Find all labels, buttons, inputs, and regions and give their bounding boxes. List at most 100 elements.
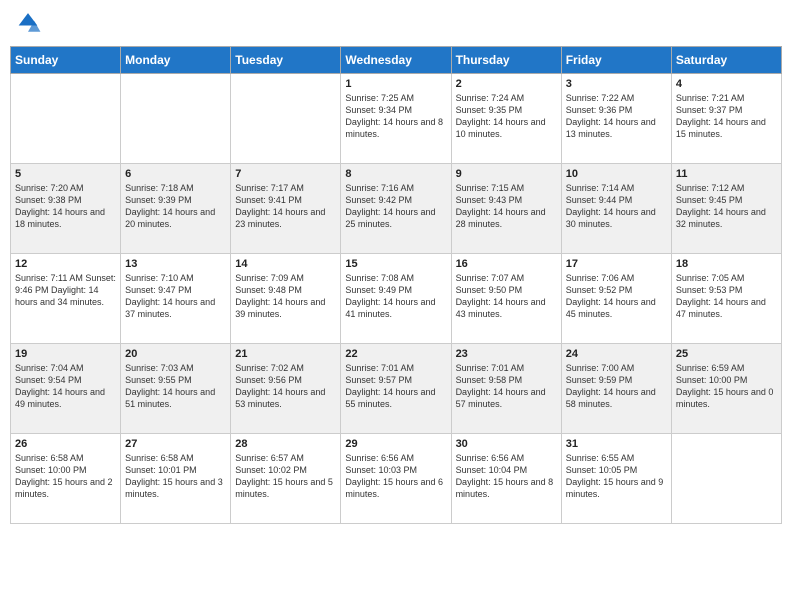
day-content: Sunrise: 6:56 AM Sunset: 10:03 PM Daylig…: [345, 452, 446, 501]
calendar-cell: 31 Sunrise: 6:55 AM Sunset: 10:05 PM Dayl…: [561, 434, 671, 524]
day-content: Sunrise: 7:10 AM Sunset: 9:47 PM Dayligh…: [125, 272, 226, 321]
calendar-cell: 11 Sunrise: 7:12 AM Sunset: 9:45 PM Dayli…: [671, 164, 781, 254]
calendar-cell: 17Sunrise: 7:06 AM Sunset: 9:52 PM Dayli…: [561, 254, 671, 344]
weekday-row: SundayMondayTuesdayWednesdayThursdayFrid…: [11, 47, 782, 74]
day-number: 14: [235, 258, 336, 270]
day-number: 2: [456, 78, 557, 90]
calendar-cell: 12 Sunrise: 7:11 AM Sunset: 9:46 PM Dayli…: [11, 254, 121, 344]
calendar-week-3: 12 Sunrise: 7:11 AM Sunset: 9:46 PM Dayli…: [11, 254, 782, 344]
page-header: [10, 10, 782, 38]
day-content: Sunrise: 7:20 AM Sunset: 9:38 PM Dayligh…: [15, 182, 116, 231]
day-content: Sunrise: 6:59 AM Sunset: 10:00 PM Daylig…: [676, 362, 777, 411]
day-content: Sunrise: 7:25 AM Sunset: 9:34 PM Dayligh…: [345, 92, 446, 141]
day-content: Sunrise: 7:07 AM Sunset: 9:50 PM Dayligh…: [456, 272, 557, 321]
day-number: 25: [676, 348, 777, 360]
calendar-cell: 8Sunrise: 7:16 AM Sunset: 9:42 PM Daylig…: [341, 164, 451, 254]
day-number: 27: [125, 438, 226, 450]
calendar-cell: 5 Sunrise: 7:20 AM Sunset: 9:38 PM Daylig…: [11, 164, 121, 254]
calendar-cell: [671, 434, 781, 524]
calendar-cell: 2 Sunrise: 7:24 AM Sunset: 9:35 PM Daylig…: [451, 74, 561, 164]
day-content: Sunrise: 7:11 AM Sunset: 9:46 PM Dayligh…: [15, 272, 116, 308]
day-content: Sunrise: 6:58 AM Sunset: 10:01 PM Daylig…: [125, 452, 226, 501]
calendar-cell: [11, 74, 121, 164]
calendar-cell: 23 Sunrise: 7:01 AM Sunset: 9:58 PM Dayli…: [451, 344, 561, 434]
day-content: Sunrise: 7:22 AM Sunset: 9:36 PM Dayligh…: [566, 92, 667, 141]
weekday-sunday: Sunday: [11, 47, 121, 74]
calendar-table: SundayMondayTuesdayWednesdayThursdayFrid…: [10, 46, 782, 524]
day-number: 4: [676, 78, 777, 90]
day-number: 15: [345, 258, 446, 270]
day-number: 22: [345, 348, 446, 360]
weekday-friday: Friday: [561, 47, 671, 74]
calendar-body: 1 Sunrise: 7:25 AM Sunset: 9:34 PM Daylig…: [11, 74, 782, 524]
calendar-cell: 6 Sunrise: 7:18 AM Sunset: 9:39 PM Daylig…: [121, 164, 231, 254]
weekday-thursday: Thursday: [451, 47, 561, 74]
day-content: Sunrise: 7:15 AM Sunset: 9:43 PM Dayligh…: [456, 182, 557, 231]
calendar-cell: 9Sunrise: 7:15 AM Sunset: 9:43 PM Daylig…: [451, 164, 561, 254]
day-content: Sunrise: 7:05 AM Sunset: 9:53 PM Dayligh…: [676, 272, 777, 321]
calendar-cell: 21 Sunrise: 7:02 AM Sunset: 9:56 PM Dayli…: [231, 344, 341, 434]
logo: [14, 10, 46, 38]
calendar-week-1: 1 Sunrise: 7:25 AM Sunset: 9:34 PM Daylig…: [11, 74, 782, 164]
calendar-week-5: 26Sunrise: 6:58 AM Sunset: 10:00 PM Dayl…: [11, 434, 782, 524]
calendar-cell: 14 Sunrise: 7:09 AM Sunset: 9:48 PM Dayli…: [231, 254, 341, 344]
day-number: 5: [15, 168, 116, 180]
day-content: Sunrise: 7:01 AM Sunset: 9:58 PM Dayligh…: [456, 362, 557, 411]
day-number: 7: [235, 168, 336, 180]
calendar-cell: 27 Sunrise: 6:58 AM Sunset: 10:01 PM Dayl…: [121, 434, 231, 524]
calendar-cell: 22 Sunrise: 7:01 AM Sunset: 9:57 PM Dayli…: [341, 344, 451, 434]
day-number: 6: [125, 168, 226, 180]
calendar-cell: 28 Sunrise: 6:57 AM Sunset: 10:02 PM Dayl…: [231, 434, 341, 524]
weekday-saturday: Saturday: [671, 47, 781, 74]
day-number: 8: [345, 168, 446, 180]
calendar-cell: 15 Sunrise: 7:08 AM Sunset: 9:49 PM Dayli…: [341, 254, 451, 344]
day-number: 29: [345, 438, 446, 450]
day-content: Sunrise: 7:06 AM Sunset: 9:52 PM Dayligh…: [566, 272, 667, 321]
calendar-cell: 13 Sunrise: 7:10 AM Sunset: 9:47 PM Dayli…: [121, 254, 231, 344]
calendar-cell: 30 Sunrise: 6:56 AM Sunset: 10:04 PM Dayl…: [451, 434, 561, 524]
day-content: Sunrise: 7:03 AM Sunset: 9:55 PM Dayligh…: [125, 362, 226, 411]
calendar-cell: 25 Sunrise: 6:59 AM Sunset: 10:00 PM Dayl…: [671, 344, 781, 434]
calendar-cell: 7 Sunrise: 7:17 AM Sunset: 9:41 PM Daylig…: [231, 164, 341, 254]
calendar-cell: 20 Sunrise: 7:03 AM Sunset: 9:55 PM Dayli…: [121, 344, 231, 434]
calendar-cell: [231, 74, 341, 164]
day-number: 11: [676, 168, 777, 180]
day-content: Sunrise: 6:55 AM Sunset: 10:05 PM Daylig…: [566, 452, 667, 501]
calendar-cell: 3 Sunrise: 7:22 AM Sunset: 9:36 PM Daylig…: [561, 74, 671, 164]
day-number: 18: [676, 258, 777, 270]
day-content: Sunrise: 7:12 AM Sunset: 9:45 PM Dayligh…: [676, 182, 777, 231]
logo-icon: [14, 10, 42, 38]
day-content: Sunrise: 7:00 AM Sunset: 9:59 PM Dayligh…: [566, 362, 667, 411]
day-number: 21: [235, 348, 336, 360]
day-content: Sunrise: 6:58 AM Sunset: 10:00 PM Daylig…: [15, 452, 116, 501]
calendar-cell: 18 Sunrise: 7:05 AM Sunset: 9:53 PM Dayli…: [671, 254, 781, 344]
day-number: 12: [15, 258, 116, 270]
day-content: Sunrise: 7:02 AM Sunset: 9:56 PM Dayligh…: [235, 362, 336, 411]
calendar-cell: [121, 74, 231, 164]
day-number: 31: [566, 438, 667, 450]
day-number: 28: [235, 438, 336, 450]
day-number: 23: [456, 348, 557, 360]
calendar-cell: 26Sunrise: 6:58 AM Sunset: 10:00 PM Dayl…: [11, 434, 121, 524]
day-content: Sunrise: 7:09 AM Sunset: 9:48 PM Dayligh…: [235, 272, 336, 321]
day-number: 3: [566, 78, 667, 90]
day-content: Sunrise: 7:01 AM Sunset: 9:57 PM Dayligh…: [345, 362, 446, 411]
day-content: Sunrise: 6:57 AM Sunset: 10:02 PM Daylig…: [235, 452, 336, 501]
weekday-wednesday: Wednesday: [341, 47, 451, 74]
calendar-cell: 24Sunrise: 7:00 AM Sunset: 9:59 PM Dayli…: [561, 344, 671, 434]
day-number: 1: [345, 78, 446, 90]
calendar-cell: 4Sunrise: 7:21 AM Sunset: 9:37 PM Daylig…: [671, 74, 781, 164]
day-content: Sunrise: 7:17 AM Sunset: 9:41 PM Dayligh…: [235, 182, 336, 231]
day-number: 13: [125, 258, 226, 270]
day-content: Sunrise: 7:24 AM Sunset: 9:35 PM Dayligh…: [456, 92, 557, 141]
calendar-week-4: 19Sunrise: 7:04 AM Sunset: 9:54 PM Dayli…: [11, 344, 782, 434]
day-content: Sunrise: 7:08 AM Sunset: 9:49 PM Dayligh…: [345, 272, 446, 321]
day-number: 16: [456, 258, 557, 270]
day-content: Sunrise: 6:56 AM Sunset: 10:04 PM Daylig…: [456, 452, 557, 501]
day-number: 30: [456, 438, 557, 450]
calendar-week-2: 5 Sunrise: 7:20 AM Sunset: 9:38 PM Daylig…: [11, 164, 782, 254]
calendar-cell: 19Sunrise: 7:04 AM Sunset: 9:54 PM Dayli…: [11, 344, 121, 434]
day-content: Sunrise: 7:18 AM Sunset: 9:39 PM Dayligh…: [125, 182, 226, 231]
calendar-cell: 16 Sunrise: 7:07 AM Sunset: 9:50 PM Dayli…: [451, 254, 561, 344]
day-number: 20: [125, 348, 226, 360]
